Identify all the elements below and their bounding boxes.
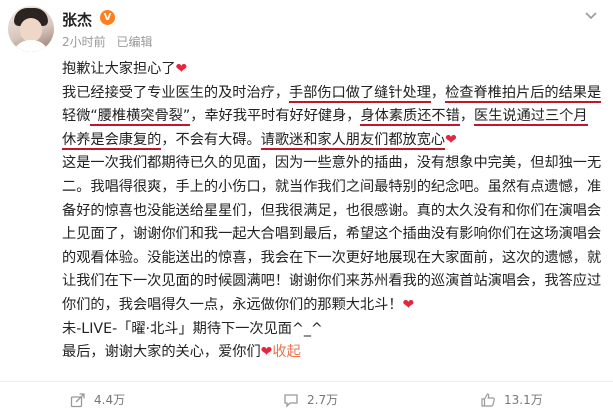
paragraph-body-line: 这是一次我们都期待已久的见面，因为一些意外的插曲，没有想象中完美，但却独一无 xyxy=(62,155,602,172)
edited-status[interactable]: 已编辑 xyxy=(116,35,152,49)
paragraph-body-line: 二。我唱得很爽，手上的小伤口，就当作我们之间最特别的纪念吧。虽然有点遗憾，准 xyxy=(62,178,602,195)
highlight-fitness: 身体素质还不错 xyxy=(360,108,460,127)
highlight-doctor: 医生说通过三个月 xyxy=(474,108,588,127)
comment-count: 2.7万 xyxy=(307,393,339,407)
author-name[interactable]: 张杰 xyxy=(62,9,92,30)
share-count: 4.4万 xyxy=(94,393,126,407)
verified-badge-icon: V xyxy=(100,10,115,25)
post-time: 2小时前 xyxy=(62,35,106,49)
highlight-xray: 检查脊椎拍片后的结果是 xyxy=(445,84,602,103)
heart-icon: ❤ xyxy=(445,131,457,148)
highlight-fracture: “腰椎横突骨裂” xyxy=(90,108,191,127)
avatar[interactable] xyxy=(8,6,54,52)
paragraph-medical-line-3: 休养是会康复的，不会有大碍。请歌迷和家人朋友们都放宽心❤ xyxy=(62,129,607,153)
collapse-link[interactable]: 收起 xyxy=(272,344,300,360)
paragraph-closing: 最后，谢谢大家的关心，爱你们❤收起 xyxy=(62,341,607,365)
post-meta: 2小时前 已编辑 xyxy=(62,33,159,50)
share-icon xyxy=(70,392,85,407)
like-button[interactable]: 13.1万 xyxy=(480,391,543,408)
post-content: 抱歉让大家担心了❤ 我已经接受了专业医生的及时治疗，手部伤口做了缝针处理，检查脊… xyxy=(62,58,607,365)
heart-icon: ❤ xyxy=(260,344,273,361)
paragraph-medical-line-1: 我已经接受了专业医生的及时治疗，手部伤口做了缝针处理，检查脊椎拍片后的结果是 xyxy=(62,84,602,103)
heart-icon: ❤ xyxy=(402,296,415,313)
paragraph-apology: 抱歉让大家担心了❤ xyxy=(62,58,607,82)
thumbs-up-icon xyxy=(481,392,495,407)
paragraph-body-line: 上见面了，谢谢你们和我一起大合唱到最后，希望这个插曲没有影响你们在这场演唱会 xyxy=(62,226,602,243)
comment-button[interactable]: 2.7万 xyxy=(283,391,338,408)
comment-icon xyxy=(284,393,298,408)
post-action-bar: 4.4万 2.7万 13.1万 xyxy=(0,381,613,418)
like-count: 13.1万 xyxy=(504,393,543,407)
chevron-down-icon[interactable] xyxy=(584,10,598,22)
paragraph-body-line: 让我们在下一次见面的时候圆满吧！谢谢你们来苏州看我的巡演首站演唱会，我答应过 xyxy=(62,273,602,290)
paragraph-body-line: 你们的，我会唱得久一点，永远做你们的那颗大北斗！❤ xyxy=(62,294,607,318)
highlight-recovery: 休养是会康复的 xyxy=(62,131,162,150)
paragraph-body-line: 备好的惊喜也没能送给星星们，但我很满足，也很感谢。真的太久没有和你们在演唱会 xyxy=(62,202,602,219)
post-header: 张杰 V 2小时前 已编辑 xyxy=(0,0,613,56)
heart-icon: ❤ xyxy=(175,61,188,77)
paragraph-live-title: 未-LIVE-「曜·北斗」期待下一次见面^_^ xyxy=(62,320,323,337)
highlight-reassure: 请歌迷和家人朋友们都放宽心 xyxy=(260,131,446,150)
share-button[interactable]: 4.4万 xyxy=(70,391,125,408)
highlight-stitches: 手部伤口做了缝针处理 xyxy=(289,84,431,103)
paragraph-body-line: 的观看体验。没能送出的惊喜，我会在下一次更好地展现在大家面前，这次的遗憾，就 xyxy=(62,249,602,266)
paragraph-medical-line-2: 轻微“腰椎横突骨裂”，幸好我平时有好好健身，身体素质还不错，医生说通过三个月 xyxy=(62,108,588,127)
